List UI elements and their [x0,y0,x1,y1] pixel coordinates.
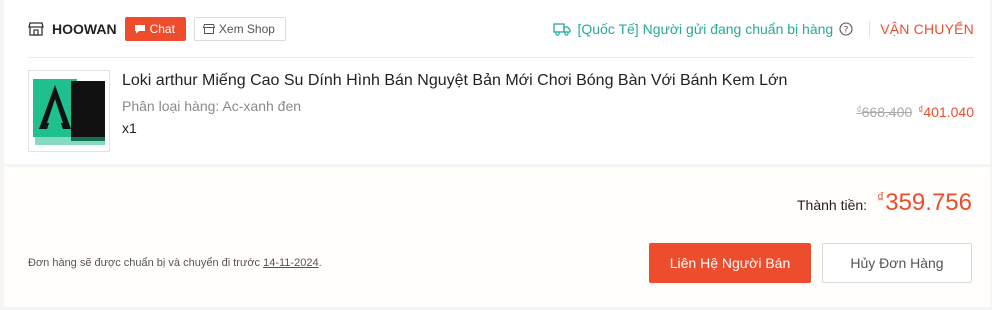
note-suffix: . [318,257,322,269]
shop-header: HOOWAN Chat Xem Shop [Quốc Tế] Người gửi… [28,0,974,58]
product-thumbnail[interactable] [28,70,110,152]
view-shop-button[interactable]: Xem Shop [193,16,286,41]
product-item[interactable]: Loki arthur Miếng Cao Su Dính Hình Bán N… [28,70,974,152]
preparation-note: Đơn hàng sẽ được chuẩn bị và chuyển đi t… [28,257,322,269]
total-label: Thành tiền: [796,197,868,213]
order-footer: Thành tiền: ₫359.756 Đơn hàng sẽ được ch… [4,167,990,307]
original-price: ₫668.400 [857,104,913,120]
currency-symbol: ₫ [877,189,885,205]
sale-price: ₫401.040 [918,104,974,120]
shipping-label: VẬN CHUYỂN [880,20,974,37]
shipping-status[interactable]: [Quốc Tế] Người gửi đang chuẩn bị hàng ?… [553,20,974,37]
chat-bubble-icon [134,24,145,33]
svg-text:?: ? [844,25,849,35]
view-shop-label: Xem Shop [218,21,275,36]
shop-name[interactable]: HOOWAN [52,21,117,37]
total-amount: 359.756 [885,189,972,216]
chat-button-label: Chat [149,21,175,36]
product-variant: Phân loại hàng: Ac-xanh đen [122,98,302,114]
order-card: HOOWAN Chat Xem Shop [Quốc Tế] Người gửi… [4,0,990,164]
note-prefix: Đơn hàng sẽ được chuẩn bị và chuyển đi t… [28,257,261,269]
note-date: 14-11-2024 [263,257,319,269]
divider [869,20,871,37]
product-name[interactable]: Loki arthur Miếng Cao Su Dính Hình Bán N… [122,72,787,90]
cancel-order-button[interactable]: Hủy Đơn Hàng [822,243,972,283]
help-circle-icon[interactable]: ? [839,21,859,36]
shipping-status-text[interactable]: [Quốc Tế] Người gửi đang chuẩn bị hàng [577,21,833,37]
shop-small-icon [202,23,215,34]
original-price-value: 668.400 [861,104,913,120]
chat-button[interactable]: Chat [124,16,186,41]
sale-price-value: 401.040 [923,104,974,120]
product-quantity: x1 [122,120,137,136]
total-value: ₫359.756 [877,189,972,217]
order-total: Thành tiền: ₫359.756 [797,189,972,217]
contact-seller-button[interactable]: Liên Hệ Người Bán [649,243,811,283]
store-icon [28,21,44,37]
product-prices: ₫668.400 ₫401.040 [857,104,975,120]
truck-icon [553,22,572,36]
